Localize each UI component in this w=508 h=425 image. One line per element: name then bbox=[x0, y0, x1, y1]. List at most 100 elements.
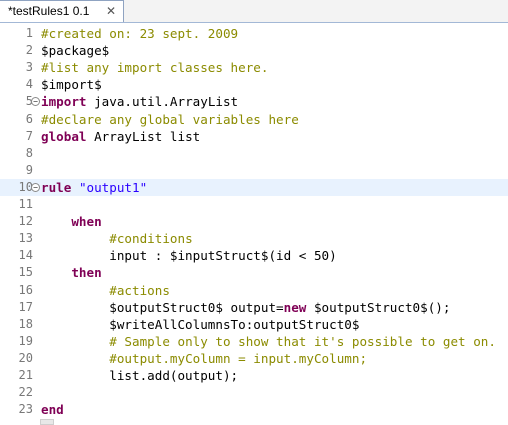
code-line[interactable]: 14 input : $inputStruct$(id < 50) bbox=[0, 247, 508, 264]
line-number: 4 bbox=[25, 77, 33, 92]
code-line[interactable]: 20 #output.myColumn = input.myColumn; bbox=[0, 350, 508, 367]
code-token: java.util.ArrayList bbox=[86, 94, 239, 110]
code-text: $package$ bbox=[41, 42, 109, 59]
code-text: import java.util.ArrayList bbox=[41, 93, 238, 110]
code-token: $import$ bbox=[41, 77, 102, 93]
code-line[interactable]: 23 end bbox=[0, 401, 508, 418]
code-line[interactable]: 21 list.add(output); bbox=[0, 367, 508, 384]
code-line[interactable]: 17 $outputStruct0$ output=new $outputStr… bbox=[0, 299, 508, 316]
code-line[interactable]: 22 bbox=[0, 384, 508, 401]
line-number: 3 bbox=[25, 60, 33, 75]
line-number: 9 bbox=[25, 162, 33, 177]
line-number: 13 bbox=[18, 231, 33, 246]
code-text: then bbox=[41, 264, 102, 281]
code-token: end bbox=[41, 402, 64, 418]
code-token: import bbox=[41, 94, 87, 110]
line-number: 11 bbox=[18, 197, 33, 211]
scroll-indicator bbox=[40, 419, 54, 425]
code-token: $outputStruct0$ output= bbox=[41, 299, 284, 315]
code-text: input : $inputStruct$(id < 50) bbox=[41, 247, 336, 264]
line-number: 12 bbox=[18, 214, 33, 229]
code-line[interactable]: 18 $writeAllColumnsTo:outputStruct0$ bbox=[0, 316, 508, 333]
tab-title: *testRules1 0.1 bbox=[8, 4, 90, 18]
code-token: #created on: 23 sept. 2009 bbox=[41, 26, 239, 41]
line-number: 15 bbox=[18, 265, 33, 280]
line-number: 22 bbox=[18, 385, 33, 400]
code-token: #declare any global variables here bbox=[41, 111, 299, 127]
code-editor[interactable]: 1 #created on: 23 sept. 2009 2 $package$ 3 #l… bbox=[0, 23, 508, 425]
line-number: 23 bbox=[18, 402, 33, 417]
line-number: 1 bbox=[25, 26, 33, 40]
code-text: rule "output1" bbox=[41, 179, 147, 196]
line-number: 8 bbox=[25, 145, 33, 160]
code-text: #conditions bbox=[41, 230, 193, 247]
close-icon[interactable]: ✕ bbox=[106, 4, 116, 18]
line-number: 21 bbox=[18, 368, 33, 382]
code-text: $import$ bbox=[41, 76, 102, 93]
code-text: when bbox=[41, 213, 102, 230]
line-number: 7 bbox=[25, 128, 33, 143]
code-text: end bbox=[41, 401, 64, 418]
code-token: global bbox=[41, 128, 87, 144]
line-number: 20 bbox=[18, 350, 33, 365]
code-line[interactable]: 15 then bbox=[0, 264, 508, 281]
line-number: 10 bbox=[18, 179, 33, 194]
code-token: # Sample only to show that it's possible… bbox=[109, 333, 496, 349]
code-line[interactable]: 12 when bbox=[0, 213, 508, 230]
code-line[interactable]: 8 bbox=[0, 145, 508, 162]
code-text: global ArrayList list bbox=[41, 128, 200, 145]
code-line[interactable]: 9 bbox=[0, 162, 508, 179]
line-number: 19 bbox=[18, 333, 33, 348]
line-number: 2 bbox=[25, 43, 33, 58]
code-text: list.add(output); bbox=[41, 367, 238, 384]
code-line[interactable]: 1 #created on: 23 sept. 2009 bbox=[0, 25, 508, 42]
code-line[interactable]: 10− rule "output1" bbox=[0, 178, 508, 196]
code-text: #actions bbox=[41, 282, 170, 299]
fold-toggle-icon[interactable]: − bbox=[31, 182, 40, 192]
line-number: 5 bbox=[25, 94, 33, 109]
code-line[interactable]: 7 global ArrayList list bbox=[0, 128, 508, 145]
code-text: $writeAllColumnsTo:outputStruct0$ bbox=[41, 316, 359, 333]
tab-testrules1[interactable]: *testRules1 0.1 ✕ bbox=[0, 0, 124, 22]
code-token: $package$ bbox=[41, 43, 110, 59]
code-line[interactable]: 11 bbox=[0, 196, 508, 213]
code-text: #output.myColumn = input.myColumn; bbox=[41, 350, 367, 367]
line-number: 14 bbox=[18, 248, 33, 263]
code-token: #list any import classes here. bbox=[41, 60, 269, 76]
code-token: "output1" bbox=[78, 179, 148, 195]
code-text: # Sample only to show that it's possible… bbox=[41, 333, 496, 350]
code-token: new bbox=[283, 299, 307, 315]
code-token: #conditions bbox=[109, 231, 193, 247]
code-text: #list any import classes here. bbox=[41, 59, 268, 76]
line-number: 6 bbox=[25, 111, 33, 126]
code-token: ArrayList list bbox=[86, 128, 201, 144]
code-line[interactable]: 19 # Sample only to show that it's possi… bbox=[0, 333, 508, 350]
code-text: $outputStruct0$ output=new $outputStruct… bbox=[41, 299, 450, 316]
code-text: #declare any global variables here bbox=[41, 111, 299, 128]
line-number: 17 bbox=[18, 299, 33, 314]
fold-toggle-icon[interactable]: − bbox=[31, 97, 40, 107]
code-text: #created on: 23 sept. 2009 bbox=[41, 25, 238, 42]
code-line[interactable]: 13 #conditions bbox=[0, 230, 508, 247]
code-token: rule bbox=[41, 179, 72, 195]
editor-tab-strip: *testRules1 0.1 ✕ bbox=[0, 0, 508, 23]
code-line[interactable]: 16 #actions bbox=[0, 282, 508, 299]
code-token: #output.myColumn = input.myColumn; bbox=[109, 350, 368, 366]
code-line[interactable]: 4 $import$ bbox=[0, 76, 508, 93]
code-line[interactable]: 2 $package$ bbox=[0, 42, 508, 59]
line-number: 18 bbox=[18, 316, 33, 331]
code-token: $writeAllColumnsTo:outputStruct0$ bbox=[41, 316, 360, 332]
code-token: list.add(output); bbox=[41, 368, 239, 383]
code-line[interactable]: 5− import java.util.ArrayList bbox=[0, 93, 508, 110]
code-token: #actions bbox=[109, 282, 170, 298]
code-line[interactable]: 3 #list any import classes here. bbox=[0, 59, 508, 76]
code-token: when bbox=[71, 214, 102, 230]
code-line[interactable]: 6 #declare any global variables here bbox=[0, 111, 508, 128]
code-token: then bbox=[71, 265, 102, 281]
